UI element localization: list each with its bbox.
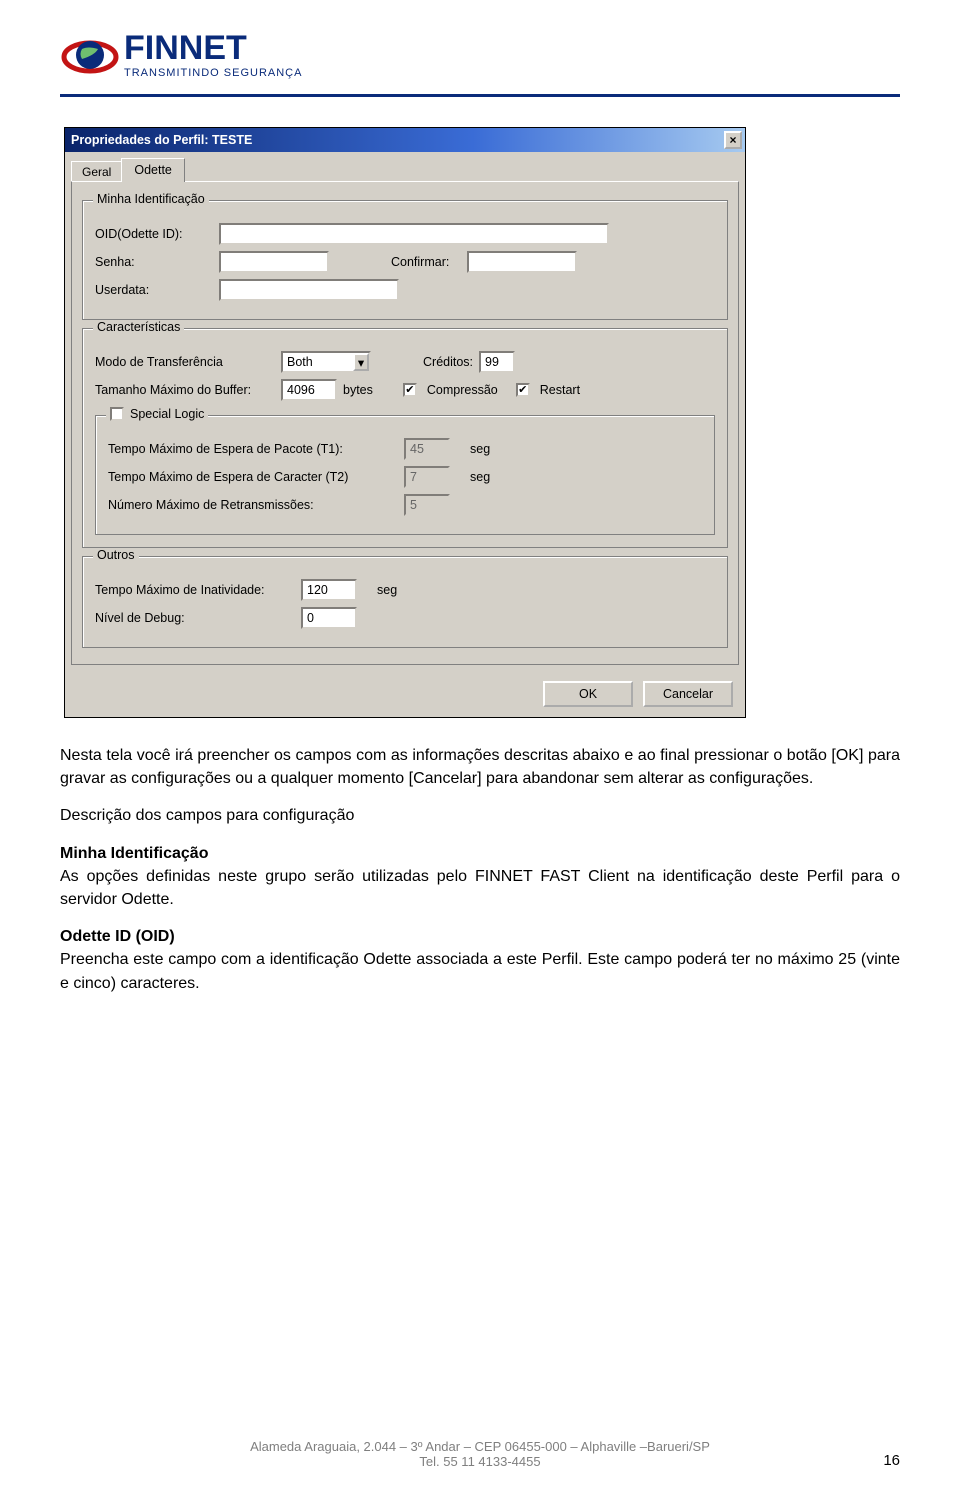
tab-odette[interactable]: Odette bbox=[121, 158, 185, 182]
special-logic-checkbox[interactable] bbox=[110, 407, 124, 421]
debug-label: Nível de Debug: bbox=[95, 611, 295, 625]
retrans-label: Número Máximo de Retransmissões: bbox=[108, 498, 398, 512]
page-number: 16 bbox=[870, 1452, 900, 1469]
group-special-logic: Special Logic Tempo Máximo de Espera de … bbox=[95, 415, 715, 535]
heading-minha-identificacao: Minha Identificação bbox=[60, 845, 208, 862]
t1-input: 45 bbox=[404, 438, 450, 460]
footer-line1: Alameda Araguaia, 2.044 – 3º Andar – CEP… bbox=[90, 1439, 870, 1454]
seg-label: seg bbox=[470, 442, 490, 456]
paragraph: As opções definidas neste grupo serão ut… bbox=[60, 865, 900, 911]
userdata-input[interactable] bbox=[219, 279, 399, 301]
seg-label: seg bbox=[377, 583, 397, 597]
debug-input[interactable]: 0 bbox=[301, 607, 357, 629]
senha-label: Senha: bbox=[95, 255, 213, 269]
group-legend: Outros bbox=[93, 548, 139, 562]
window-title: Propriedades do Perfil: TESTE bbox=[71, 133, 724, 147]
buffer-input[interactable]: 4096 bbox=[281, 379, 337, 401]
header-divider bbox=[60, 94, 900, 97]
inatividade-label: Tempo Máximo de Inatividade: bbox=[95, 583, 295, 597]
modo-select[interactable]: Both ▾ bbox=[281, 351, 371, 373]
dialog-button-row: OK Cancelar bbox=[65, 671, 745, 717]
bytes-label: bytes bbox=[343, 383, 373, 397]
senha-input[interactable] bbox=[219, 251, 329, 273]
chevron-down-icon: ▾ bbox=[353, 353, 369, 371]
paragraph: Preencha este campo com a identificação … bbox=[60, 948, 900, 994]
confirmar-label: Confirmar: bbox=[391, 255, 461, 269]
userdata-label: Userdata: bbox=[95, 283, 213, 297]
t1-label: Tempo Máximo de Espera de Pacote (T1): bbox=[108, 442, 398, 456]
creditos-input[interactable]: 99 bbox=[479, 351, 515, 373]
oid-input[interactable] bbox=[219, 223, 609, 245]
tab-panel-odette: Minha Identificação OID(Odette ID): Senh… bbox=[71, 181, 739, 665]
page-footer: Alameda Araguaia, 2.044 – 3º Andar – CEP… bbox=[60, 1439, 900, 1469]
group-minha-identificacao: Minha Identificação OID(Odette ID): Senh… bbox=[82, 200, 728, 320]
cancel-button[interactable]: Cancelar bbox=[643, 681, 733, 707]
paragraph: Nesta tela você irá preencher os campos … bbox=[60, 744, 900, 790]
t2-input: 7 bbox=[404, 466, 450, 488]
paragraph: Descrição dos campos para configuração bbox=[60, 804, 900, 827]
group-caracteristicas: Características Modo de Transferência Bo… bbox=[82, 328, 728, 548]
t2-label: Tempo Máximo de Espera de Caracter (T2) bbox=[108, 470, 398, 484]
inatividade-input[interactable]: 120 bbox=[301, 579, 357, 601]
tab-geral[interactable]: Geral bbox=[71, 161, 122, 181]
seg-label: seg bbox=[470, 470, 490, 484]
restart-label: Restart bbox=[540, 383, 580, 397]
modo-value: Both bbox=[283, 353, 353, 371]
footer-address: Alameda Araguaia, 2.044 – 3º Andar – CEP… bbox=[90, 1439, 870, 1469]
creditos-label: Créditos: bbox=[423, 355, 473, 369]
footer-line2: Tel. 55 11 4133-4455 bbox=[90, 1454, 870, 1469]
group-legend: Características bbox=[93, 320, 184, 334]
group-legend: Minha Identificação bbox=[93, 192, 209, 206]
restart-checkbox[interactable]: ✔ bbox=[516, 383, 530, 397]
titlebar: Propriedades do Perfil: TESTE × bbox=[65, 128, 745, 152]
tab-strip: Geral Odette bbox=[65, 152, 745, 181]
ok-button[interactable]: OK bbox=[543, 681, 633, 707]
group-outros: Outros Tempo Máximo de Inatividade: 120 … bbox=[82, 556, 728, 648]
finnet-globe-icon bbox=[60, 25, 120, 85]
logo-name: Finnet bbox=[124, 31, 302, 65]
body-text: Nesta tela você irá preencher os campos … bbox=[60, 744, 900, 995]
group-legend: Special Logic bbox=[106, 407, 208, 421]
oid-label: OID(Odette ID): bbox=[95, 227, 213, 241]
buffer-label: Tamanho Máximo do Buffer: bbox=[95, 383, 275, 397]
close-icon[interactable]: × bbox=[724, 131, 742, 149]
page-header: Finnet TRANSMITINDO SEGURANÇA bbox=[60, 20, 900, 90]
confirmar-input[interactable] bbox=[467, 251, 577, 273]
special-logic-legend-text: Special Logic bbox=[130, 407, 204, 421]
logo-tagline: TRANSMITINDO SEGURANÇA bbox=[124, 67, 302, 79]
heading-odette-id: Odette ID (OID) bbox=[60, 928, 175, 945]
modo-label: Modo de Transferência bbox=[95, 355, 275, 369]
compressao-checkbox[interactable]: ✔ bbox=[403, 383, 417, 397]
logo-text: Finnet TRANSMITINDO SEGURANÇA bbox=[124, 31, 302, 79]
retrans-input: 5 bbox=[404, 494, 450, 516]
compressao-label: Compressão bbox=[427, 383, 498, 397]
dialog-window: Propriedades do Perfil: TESTE × Geral Od… bbox=[64, 127, 746, 718]
